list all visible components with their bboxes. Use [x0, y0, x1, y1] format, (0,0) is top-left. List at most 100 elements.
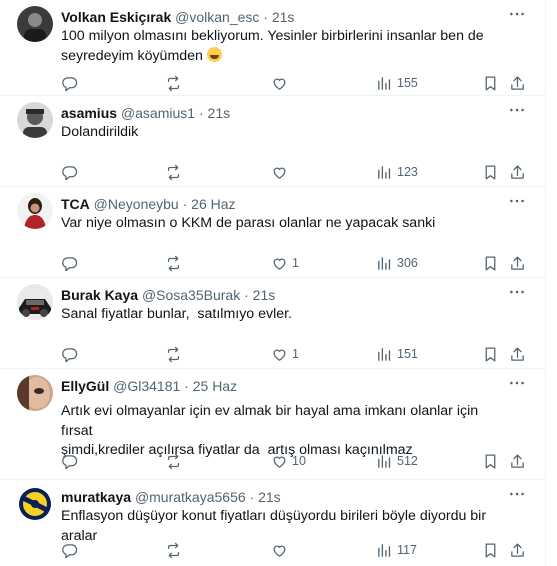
timestamp[interactable]: 25 Haz: [193, 378, 237, 394]
tweet[interactable]: TCA @Neyoneybu · 26 Haz Var niye olmasın…: [0, 187, 545, 278]
more-icon[interactable]: [507, 102, 527, 118]
author-handle[interactable]: @asamius1: [121, 105, 195, 121]
views-button[interactable]: 306: [376, 253, 418, 273]
tweet-text-line: 100 milyon olmasını bekliyorum. Yesinler…: [61, 28, 484, 44]
retweet-button[interactable]: [165, 73, 182, 93]
avatar[interactable]: [17, 102, 53, 138]
author-name[interactable]: Volkan Eskiçırak: [61, 9, 171, 25]
tweet-text-line-content: seyredeyim köyümden: [61, 47, 203, 64]
tweet-text: Var niye olmasın o KKM de parası olanlar…: [61, 215, 436, 231]
retweet-button[interactable]: [165, 253, 182, 273]
author-handle[interactable]: @muratkaya5656: [135, 489, 246, 505]
avatar[interactable]: [17, 486, 53, 522]
retweet-icon: [165, 542, 182, 559]
more-icon[interactable]: [507, 193, 527, 209]
share-icon: [509, 346, 526, 363]
author-name[interactable]: Burak Kaya: [61, 287, 138, 303]
separator-dot: ·: [184, 378, 189, 394]
reply-button[interactable]: [61, 451, 78, 471]
avatar[interactable]: [17, 284, 53, 320]
tweet[interactable]: muratkaya @muratkaya5656 · 21s Enflasyon…: [0, 480, 545, 566]
bookmark-button[interactable]: [482, 253, 499, 273]
timestamp[interactable]: 21s: [253, 287, 276, 303]
reply-icon: [61, 542, 78, 559]
more-icon[interactable]: [507, 284, 527, 300]
separator-dot: ·: [263, 9, 268, 25]
tweet-text: Dolandirildik: [61, 124, 139, 140]
author-name[interactable]: TCA: [61, 196, 90, 212]
bookmark-button[interactable]: [482, 344, 499, 364]
bookmark-button[interactable]: [482, 451, 499, 471]
like-icon: [271, 346, 288, 363]
views-count: 155: [397, 76, 418, 90]
views-button[interactable]: 155: [376, 73, 418, 93]
like-button[interactable]: 1: [271, 253, 299, 273]
share-button[interactable]: [509, 344, 526, 364]
avatar[interactable]: [17, 6, 53, 42]
reply-button[interactable]: [61, 73, 78, 93]
share-button[interactable]: [509, 73, 526, 93]
more-icon[interactable]: [507, 375, 527, 391]
tweet[interactable]: asamius @asamius1 · 21s Dolandirildik 12…: [0, 96, 545, 187]
views-button[interactable]: 117: [376, 540, 417, 560]
author-name[interactable]: asamius: [61, 105, 117, 121]
reply-button[interactable]: [61, 162, 78, 182]
reply-button[interactable]: [61, 540, 78, 560]
tweet[interactable]: Burak Kaya @Sosa35Burak · 21s Sanal fiya…: [0, 278, 545, 369]
reply-button[interactable]: [61, 253, 78, 273]
retweet-button[interactable]: [165, 344, 182, 364]
more-icon[interactable]: [507, 486, 527, 502]
timestamp[interactable]: 21s: [208, 105, 231, 121]
author-name[interactable]: muratkaya: [61, 489, 131, 505]
views-button[interactable]: 512: [376, 451, 418, 471]
share-icon: [509, 75, 526, 92]
timestamp[interactable]: 26 Haz: [191, 196, 235, 212]
retweet-button[interactable]: [165, 451, 182, 471]
author-name[interactable]: EllyGül: [61, 378, 109, 394]
tweet[interactable]: Volkan Eskiçırak @volkan_esc · 21s 100 m…: [0, 0, 545, 96]
avatar[interactable]: [17, 375, 53, 411]
reply-button[interactable]: [61, 344, 78, 364]
share-icon: [509, 164, 526, 181]
views-button[interactable]: 151: [376, 344, 418, 364]
author-handle[interactable]: @volkan_esc: [175, 9, 259, 25]
views-count: 117: [397, 543, 417, 557]
reply-feed: Volkan Eskiçırak @volkan_esc · 21s 100 m…: [0, 0, 546, 566]
like-button[interactable]: [271, 540, 292, 560]
tweet[interactable]: EllyGül @Gl34181 · 25 Haz Artık evi olma…: [0, 369, 545, 480]
timestamp[interactable]: 21s: [272, 9, 295, 25]
avatar[interactable]: [17, 193, 53, 229]
like-button[interactable]: [271, 162, 292, 182]
bookmark-icon: [482, 255, 499, 272]
share-button[interactable]: [509, 253, 526, 273]
bookmark-icon: [482, 164, 499, 181]
like-button[interactable]: 1: [271, 344, 299, 364]
like-icon: [271, 542, 288, 559]
author-handle[interactable]: @Sosa35Burak: [142, 287, 240, 303]
action-bar: 117: [0, 540, 545, 560]
bookmark-icon: [482, 542, 499, 559]
retweet-button[interactable]: [165, 540, 182, 560]
views-count: 123: [397, 165, 418, 179]
bookmark-button[interactable]: [482, 162, 499, 182]
share-button[interactable]: [509, 451, 526, 471]
author-handle[interactable]: @Neyoneybu: [94, 196, 179, 212]
author-handle[interactable]: @Gl34181: [113, 378, 180, 394]
bookmark-button[interactable]: [482, 540, 499, 560]
like-icon: [271, 164, 288, 181]
action-bar: 1 151: [0, 344, 545, 364]
views-count: 512: [397, 454, 418, 468]
more-icon[interactable]: [507, 6, 527, 22]
like-button[interactable]: [271, 73, 292, 93]
reply-icon: [61, 255, 78, 272]
views-button[interactable]: 123: [376, 162, 418, 182]
share-button[interactable]: [509, 162, 526, 182]
action-bar: 1 306: [0, 253, 545, 273]
share-button[interactable]: [509, 540, 526, 560]
like-button[interactable]: 10: [271, 451, 306, 471]
timestamp[interactable]: 21s: [258, 489, 281, 505]
retweet-button[interactable]: [165, 162, 182, 182]
tweet-text: Sanal fiyatlar bunlar, satılmıyo evler.: [61, 306, 293, 322]
bookmark-button[interactable]: [482, 73, 499, 93]
share-icon: [509, 453, 526, 470]
